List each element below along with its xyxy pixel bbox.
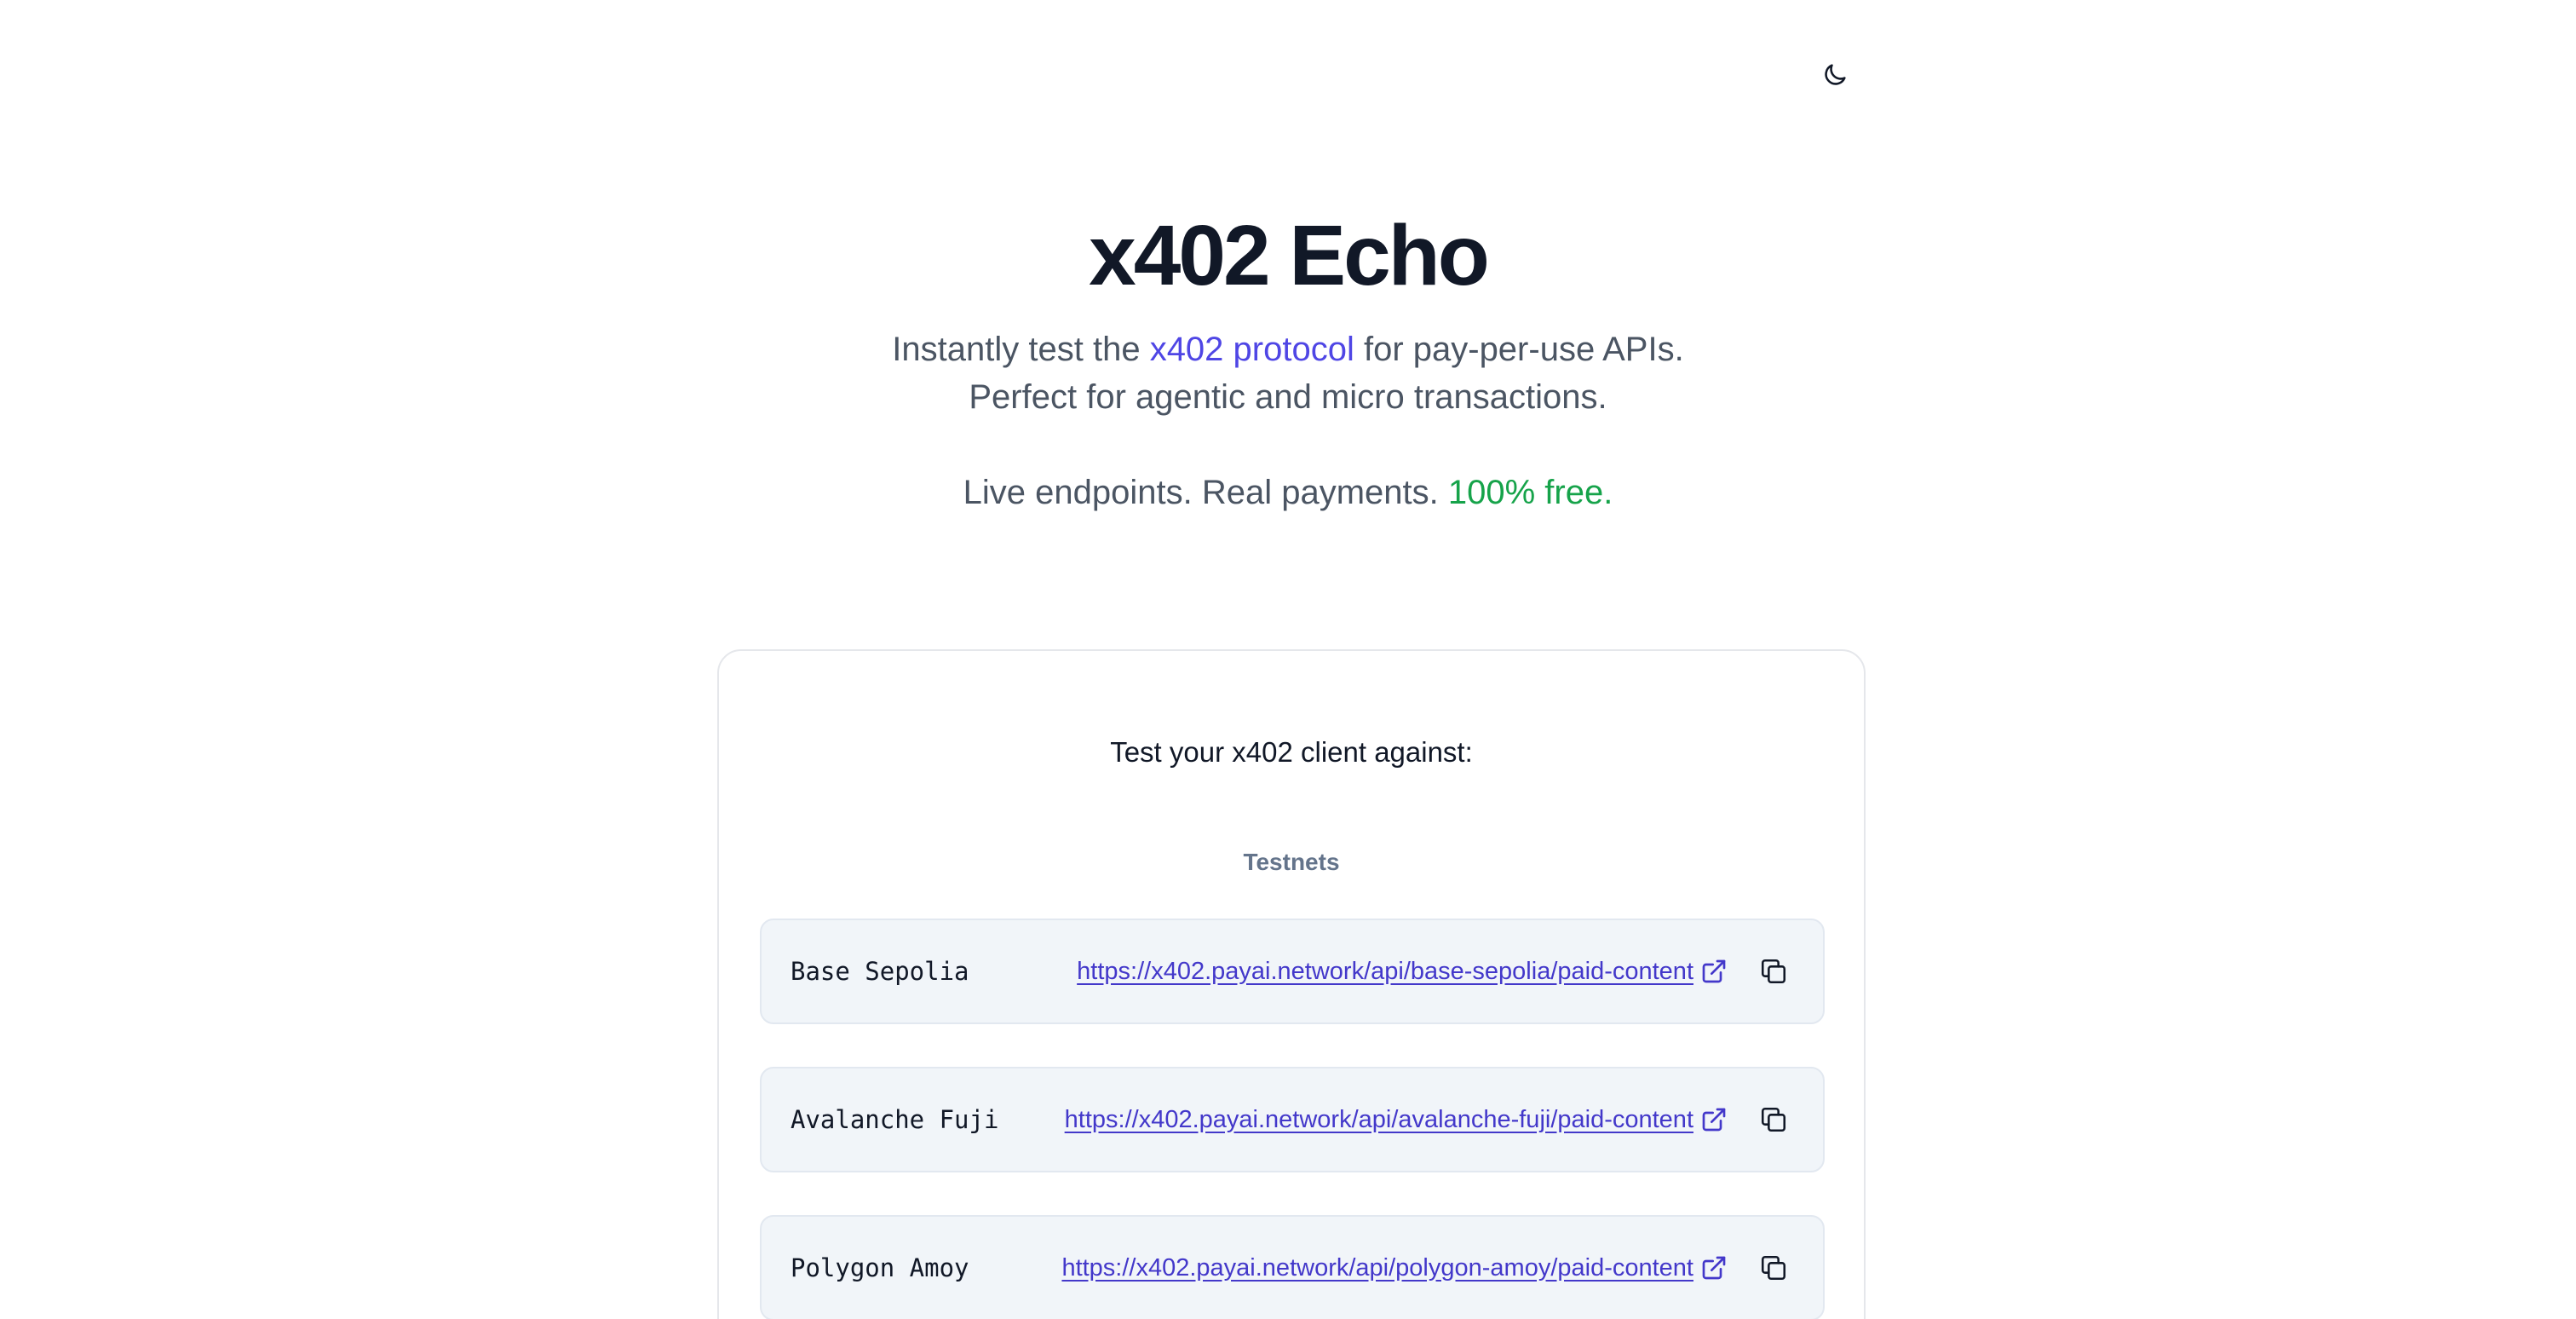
testnets-heading: Testnets [1243, 849, 1340, 875]
page-title: x402 Echo [1089, 208, 1490, 303]
tagline-free: 100% free. [1447, 474, 1613, 511]
tagline-text: Live endpoints. Real payments. [963, 474, 1448, 511]
hero-subtitle: Instantly test the x402 protocol for pay… [0, 325, 2576, 421]
external-link-icon[interactable] [1700, 1254, 1728, 1282]
endpoint-url-link[interactable]: https://x402.payai.network/api/base-sepo… [1077, 958, 1693, 986]
hero-tagline: Live endpoints. Real payments. 100% free… [0, 469, 2576, 516]
copy-button[interactable] [1753, 1247, 1794, 1288]
theme-toggle-button[interactable] [1811, 51, 1859, 99]
moon-icon [1825, 64, 1846, 85]
endpoint-row-base-sepolia: Base Sepolia https://x402.payai.network/… [760, 919, 1825, 1024]
endpoint-row-polygon-amoy: Polygon Amoy https://x402.payai.network/… [760, 1215, 1825, 1319]
hero: x402 Echo Instantly test the x402 protoc… [0, 204, 2576, 516]
copy-button[interactable] [1753, 1099, 1794, 1140]
page: x402 Echo Instantly test the x402 protoc… [0, 0, 2576, 1319]
network-name: Polygon Amoy [791, 1253, 969, 1282]
endpoints-card: Test your x402 client against: Testnets … [717, 649, 1866, 1319]
network-name: Base Sepolia [791, 957, 969, 986]
endpoint-row-avalanche-fuji: Avalanche Fuji https://x402.payai.networ… [760, 1067, 1825, 1172]
endpoint-link-group: https://x402.payai.network/api/polygon-a… [1019, 1254, 1728, 1282]
subtitle-text-start: Instantly test the [892, 331, 1150, 368]
x402-protocol-link[interactable]: x402 protocol [1150, 331, 1354, 368]
copy-icon [1761, 1107, 1786, 1132]
endpoint-link-group: https://x402.payai.network/api/base-sepo… [1019, 958, 1728, 986]
endpoint-url-link[interactable]: https://x402.payai.network/api/avalanche… [1065, 1106, 1693, 1134]
subtitle-text-end: for pay-per-use APIs. [1354, 331, 1684, 368]
copy-icon [1761, 959, 1786, 984]
endpoint-link-group: https://x402.payai.network/api/avalanche… [1019, 1106, 1728, 1134]
external-link-icon[interactable] [1700, 1106, 1728, 1133]
copy-button[interactable] [1753, 951, 1794, 992]
subtitle-line-2: Perfect for agentic and micro transactio… [969, 378, 1607, 416]
external-link-icon[interactable] [1700, 958, 1728, 985]
network-name: Avalanche Fuji [791, 1105, 999, 1134]
endpoint-url-link[interactable]: https://x402.payai.network/api/polygon-a… [1061, 1254, 1693, 1282]
copy-icon [1761, 1255, 1786, 1281]
card-title: Test your x402 client against: [1110, 736, 1473, 768]
